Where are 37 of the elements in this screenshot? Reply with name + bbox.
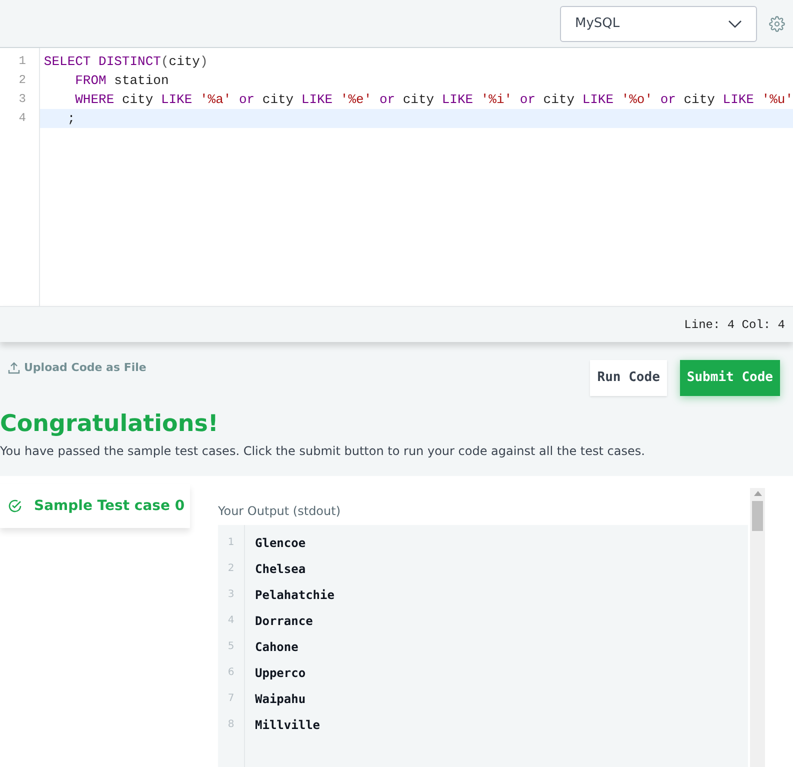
line-number: 2 bbox=[226, 562, 236, 576]
output-line: Millville bbox=[255, 717, 322, 734]
output-heading: Your Output (stdout) bbox=[218, 503, 342, 519]
scrollbar-thumb[interactable] bbox=[752, 501, 763, 531]
result-message: You have passed the sample test cases. Click the submit button to run your code against all the test cases. bbox=[0, 443, 646, 460]
output-line: Pelahatchie bbox=[255, 587, 334, 604]
output-line: Dorrance bbox=[255, 613, 314, 630]
code-line: WHERE city LIKE '%a' or city LIKE '%e' or city LIKE '%i' or city LIKE '%o' or city LIKE '%u' bbox=[74, 91, 793, 109]
output-line: Cahone bbox=[255, 639, 300, 656]
line-number: 3 bbox=[226, 588, 236, 602]
chevron-down-icon bbox=[728, 20, 742, 28]
line-number: 6 bbox=[226, 666, 236, 680]
line-number: 2 bbox=[18, 72, 27, 89]
output-line: Glencoe bbox=[255, 535, 307, 552]
code-line: SELECT DISTINCT(city) bbox=[42, 53, 209, 71]
upload-icon bbox=[8, 362, 20, 374]
line-number: 1 bbox=[226, 536, 236, 550]
scroll-up-icon bbox=[754, 491, 762, 496]
check-circle-icon bbox=[8, 499, 22, 513]
run-code-button[interactable]: Run Code bbox=[590, 360, 667, 396]
line-number: 7 bbox=[226, 692, 236, 706]
settings-icon[interactable] bbox=[769, 16, 785, 32]
line-number: 4 bbox=[226, 614, 236, 628]
line-number: 3 bbox=[18, 91, 27, 108]
cursor-position: Line: 4 Col: 4 bbox=[684, 316, 785, 334]
code-line: FROM station bbox=[74, 72, 170, 90]
line-number: 5 bbox=[226, 640, 236, 654]
output-line: Waipahu bbox=[255, 691, 307, 708]
line-number: 8 bbox=[226, 718, 236, 732]
line-number: 4 bbox=[18, 110, 27, 127]
language-dropdown[interactable]: MySQL bbox=[560, 6, 757, 42]
result-title: Congratulations! bbox=[0, 410, 218, 438]
line-number: 1 bbox=[18, 53, 27, 70]
output-line: Upperco bbox=[255, 665, 307, 682]
output-line: Chelsea bbox=[255, 561, 307, 578]
scrollbar[interactable] bbox=[750, 488, 765, 767]
code-editor[interactable]: 1 2 3 4 SELECT DISTINCT(city) FROM station WHERE city LIKE '%a' or city LIKE '%e' or city LIKE '%i' or city LIKE '%o' or city LIKE '%u' ; bbox=[0, 48, 793, 306]
